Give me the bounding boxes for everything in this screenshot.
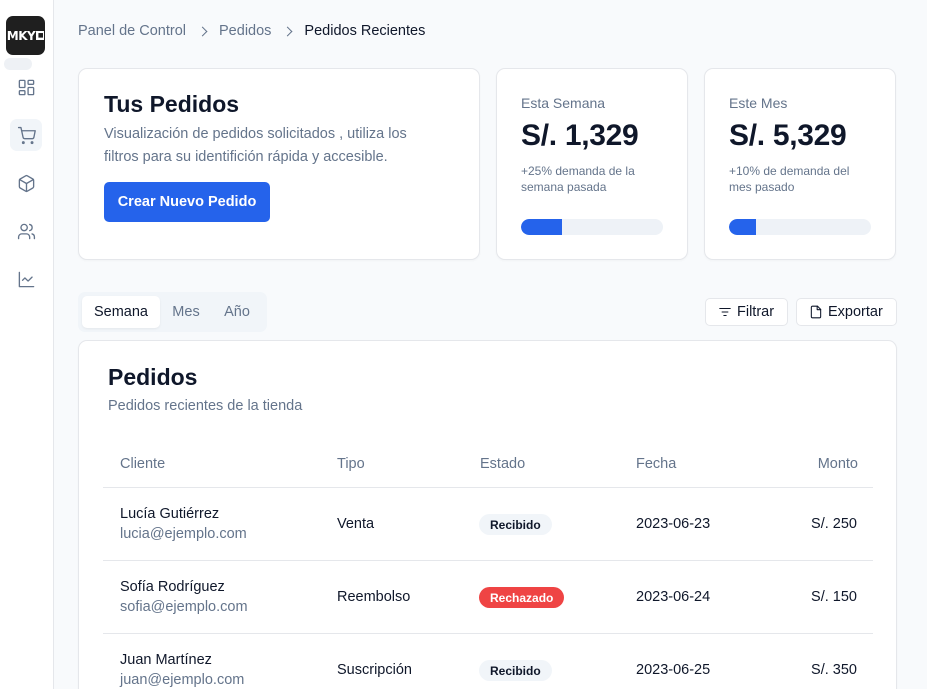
dashboard-icon [18,79,34,95]
progress-bar [729,219,871,235]
order-amount: S/. 350 [811,662,857,678]
export-label: Exportar [828,304,883,320]
sidebar-item-orders[interactable] [10,119,42,151]
column-header-client: Cliente [120,456,166,472]
stat-label: Este Mes [729,95,788,111]
page-title: Tus Pedidos [104,91,240,117]
filter-icon [719,307,731,317]
status-badge: Recibido [479,514,552,535]
breadcrumb-dashboard[interactable]: Panel de Control [78,23,186,39]
filter-button[interactable]: Filtrar [705,298,788,326]
table-header: Cliente Tipo Estado Fecha Monto [103,444,873,488]
stat-value: S/. 5,329 [729,119,847,152]
order-amount: S/. 150 [811,589,857,605]
order-type: Venta [337,516,375,532]
customer-name: Sofía Rodríguez [120,579,225,595]
chart-icon [18,271,34,287]
stat-card-month: Este Mes S/. 5,329 +10% de demanda del m… [704,68,896,260]
tab-month[interactable]: Mes [162,296,210,328]
order-type: Suscripción [337,662,412,678]
customer-email: juan@ejemplo.com [120,672,245,688]
package-icon [18,174,34,192]
order-date: 2023-06-24 [636,589,711,605]
column-header-date: Fecha [636,456,677,472]
users-icon [17,223,35,239]
filter-label: Filtrar [737,304,775,320]
column-header-type: Tipo [337,456,365,472]
progress-fill [521,219,563,235]
order-date: 2023-06-25 [636,662,711,678]
customer-email: sofia@ejemplo.com [120,599,248,615]
sidebar: MKY ■ [0,0,54,689]
tab-year[interactable]: Año [212,296,262,328]
breadcrumb-orders[interactable]: Pedidos [219,23,271,39]
customer-email: lucia@ejemplo.com [120,526,247,542]
orders-subtitle: Pedidos recientes de la tienda [108,398,303,414]
stat-note: +25% demanda de la semana pasada [521,164,635,194]
progress-bar [521,219,663,235]
column-header-status: Estado [480,456,526,472]
logo[interactable]: MKY ■ [6,16,45,55]
chevron-right-icon [197,26,208,36]
status-badge: Recibido [479,660,552,681]
breadcrumb: Panel de Control Pedidos Pedidos Recient… [78,23,425,39]
tab-week[interactable]: Semana [82,296,160,328]
orders-intro-card: Tus Pedidos Visualización de pedidos sol… [78,68,480,260]
progress-fill [729,219,756,235]
status-badge: Rechazado [479,587,565,608]
orders-table-card: Pedidos Pedidos recientes de la tienda C… [78,340,897,689]
table-row[interactable]: Juan Martínez juan@ejemplo.com Suscripci… [103,634,873,689]
stat-note: +10% de demanda del mes pasado [729,164,850,194]
stat-value: S/. 1,329 [521,119,639,152]
table-row[interactable]: Lucía Gutiérrez lucia@ejemplo.com Venta … [103,488,873,561]
breadcrumb-recent-orders: Pedidos Recientes [304,23,426,39]
stat-label: Esta Semana [521,95,606,111]
column-header-amount: Monto [817,456,858,472]
table-row[interactable]: Sofía Rodríguez sofia@ejemplo.com Reembo… [103,561,873,634]
cart-icon [17,126,36,144]
period-tabs: Semana Mes Año [78,292,267,332]
chevron-right-icon [282,26,293,36]
orders-title: Pedidos [108,364,198,390]
logo-tag: ■ [36,31,45,40]
sidebar-item-dashboard[interactable] [10,71,42,103]
sidebar-item-customers[interactable] [10,215,42,247]
logo-text: MKY [6,28,36,43]
stat-card-week: Esta Semana S/. 1,329 +25% demanda de la… [496,68,688,260]
sidebar-item-analytics[interactable] [10,263,42,295]
order-date: 2023-06-23 [636,516,711,532]
create-order-button[interactable]: Crear Nuevo Pedido [104,182,270,222]
customer-name: Juan Martínez [120,652,212,668]
order-amount: S/. 250 [811,516,857,532]
file-icon [810,305,822,319]
sidebar-item-products[interactable] [10,167,42,199]
customer-name: Lucía Gutiérrez [120,506,220,522]
export-button[interactable]: Exportar [796,298,897,326]
order-type: Reembolso [337,589,411,605]
logo-tooltip-shadow [4,58,32,70]
page-description: Visualización de pedidos solicitados , u… [104,126,407,165]
